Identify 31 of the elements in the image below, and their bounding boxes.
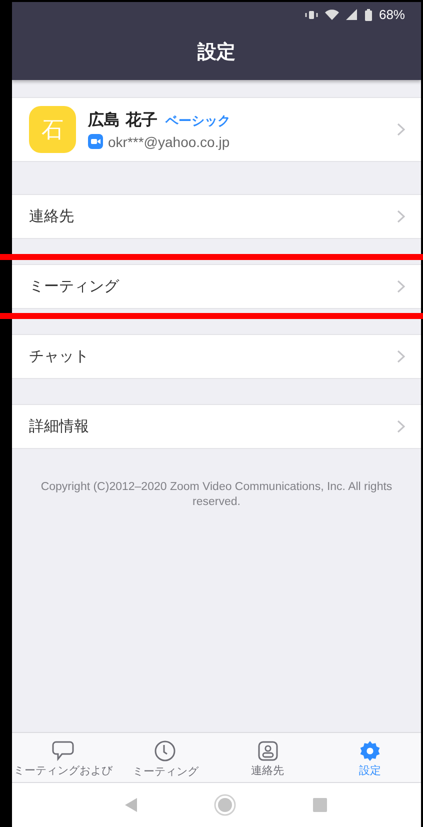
speech-bubble-icon xyxy=(52,740,74,760)
chevron-icon xyxy=(397,420,405,433)
avatar: 石 xyxy=(29,106,76,153)
tab[interactable]: 連絡先 xyxy=(216,733,319,782)
copyright-text: Copyright (C)2012–2020 Zoom Video Communications, Inc. All rights reserved. xyxy=(40,481,392,508)
home-icon[interactable] xyxy=(214,794,236,816)
back-icon[interactable] xyxy=(124,798,136,812)
tab[interactable]: ミーティングおよび xyxy=(12,733,114,782)
user-email: okr***@yahoo.co.jp xyxy=(108,134,230,150)
chevron-icon xyxy=(397,350,405,363)
menu-item-label[interactable]: 詳細情報 xyxy=(29,417,89,435)
menu-item-label[interactable]: 連絡先 xyxy=(29,207,74,225)
battery-level: 68% xyxy=(378,7,405,22)
user-name: 広島 花子 xyxy=(88,110,158,130)
wifi-icon xyxy=(324,9,339,20)
battery-icon xyxy=(364,8,372,20)
settings-icon xyxy=(360,740,380,760)
video-camera-icon xyxy=(88,134,103,149)
plan-label: ベーシック xyxy=(166,112,231,130)
vibrate-icon xyxy=(304,10,318,20)
chevron-icon xyxy=(397,210,405,223)
tab[interactable]: ミーティング xyxy=(114,733,216,782)
chevron-icon xyxy=(397,280,405,293)
contact-icon xyxy=(258,740,278,760)
signal-icon xyxy=(346,9,358,20)
clock-icon xyxy=(154,740,176,762)
screen-title: 設定 xyxy=(198,41,236,63)
chevron-icon xyxy=(397,123,405,136)
menu-item-label[interactable]: ミーティング xyxy=(29,277,119,295)
menu-item-label[interactable]: チャット xyxy=(29,347,89,365)
recent-apps-icon[interactable] xyxy=(312,798,326,812)
